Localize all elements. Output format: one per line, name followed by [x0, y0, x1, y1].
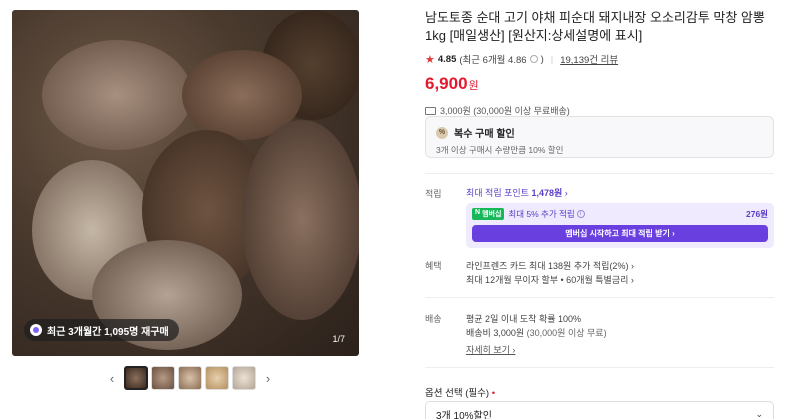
truck-icon — [425, 106, 436, 115]
option-label-text: 옵션 선택 (필수) — [425, 388, 490, 399]
membership-text: 최대 5% 추가 적립 — [508, 209, 575, 219]
delivery-fee-main: 배송비 3,000원 — [466, 328, 525, 338]
card-benefit-link[interactable]: 라인프렌즈 카드 최대 138원 추가 적립(2%) › — [466, 259, 634, 272]
max-points-text: 최대 적립 포인트 — [466, 188, 532, 198]
price-value: 6,900 — [425, 74, 468, 93]
membership-points-box: N 멤버십 최대 5% 추가 적립 i 276원 멤버십 시작하고 최대 적립 받… — [466, 203, 774, 248]
price: 6,900 원 — [425, 74, 775, 94]
recent-rating: (최근 6개월 4.86 — [459, 55, 527, 66]
details-link[interactable]: 자세히 보기 › — [466, 343, 515, 356]
thumbnail[interactable] — [232, 366, 256, 390]
membership-badge: N 멤버십 — [472, 208, 505, 220]
installment-text: 최대 12개월 무이자 할부 • 60개월 특별금리 — [466, 275, 629, 285]
benefits-label: 혜택 — [425, 261, 442, 271]
delivery-fee-sub: (30,000원 이상 무료) — [524, 328, 607, 338]
n-logo-icon: N — [475, 209, 481, 216]
chevron-left-icon[interactable]: ‹ — [103, 367, 121, 389]
image-counter: 1/7 — [332, 334, 345, 344]
delivery-estimate: 평균 2일 이내 도착 확률 100% — [466, 314, 582, 324]
info-icon[interactable]: i — [576, 210, 585, 218]
star-icon: ★ — [425, 53, 435, 66]
divider: | — [550, 53, 554, 65]
food-shape — [42, 40, 192, 150]
start-membership-button[interactable]: 멤버십 시작하고 최대 적립 받기 › — [472, 225, 768, 242]
repurchase-badge: 최근 3개월간 1,095명 재구매 — [24, 319, 179, 341]
food-shape — [242, 120, 359, 320]
installment-link[interactable]: 최대 12개월 무이자 할부 • 60개월 특별금리 › — [466, 273, 634, 286]
card-benefit-text: 라인프렌즈 카드 최대 138원 추가 적립(2%) — [466, 261, 629, 271]
membership-badge-text: 멤버십 — [482, 211, 502, 218]
info-icon[interactable] — [529, 55, 538, 63]
product-main-image[interactable]: 최근 3개월간 1,095명 재구매 1/7 — [12, 10, 359, 356]
option-select[interactable]: 3개 10%할인 ⌄ — [425, 401, 774, 419]
delivery-fee: 배송비 3,000원 (30,000원 이상 무료) — [466, 326, 607, 339]
thumbnail-strip: ‹ › — [103, 366, 277, 390]
multi-discount-title: 복수 구매 할인 — [454, 129, 515, 140]
rating-score: 4.85 — [437, 53, 457, 65]
divider — [425, 173, 774, 174]
repurchase-icon — [30, 324, 42, 336]
product-detail: 남도토종 순대 고기 야채 피순대 돼지내장 오소리감투 막창 암뽕 1kg [… — [425, 0, 775, 117]
delivery-label: 배송 — [425, 314, 442, 324]
repurchase-badge-text: 최근 3개월간 1,095명 재구매 — [47, 326, 169, 338]
thumbnail[interactable] — [205, 366, 229, 390]
option-label: 옵션 선택 (필수) • — [425, 385, 495, 399]
multi-discount-description: 3개 이상 구매시 수량만큼 10% 할인 — [436, 145, 564, 155]
thumbnail[interactable] — [178, 366, 202, 390]
price-currency: 원 — [468, 80, 479, 92]
thumbnail[interactable] — [124, 366, 148, 390]
max-points-amount: 1,478원 — [531, 188, 563, 198]
thumbnail[interactable] — [151, 366, 175, 390]
recent-rating-close: ) — [540, 53, 544, 65]
multi-discount-header: % 복수 구매 할인 — [436, 125, 763, 140]
divider — [425, 367, 774, 368]
option-selected-value: 3개 10%할인 — [436, 410, 492, 419]
details-link-text: 자세히 보기 — [466, 345, 510, 355]
discount-icon: % — [436, 126, 448, 139]
points-label: 적립 — [425, 189, 442, 199]
chevron-right-icon[interactable]: › — [259, 367, 277, 389]
divider — [425, 297, 774, 298]
membership-amount: 276원 — [745, 209, 768, 219]
membership-row: N 멤버십 최대 5% 추가 적립 i 276원 — [472, 208, 768, 220]
review-count-link[interactable]: 19,139건 리뷰 — [560, 52, 618, 66]
multi-purchase-discount: % 복수 구매 할인 3개 이상 구매시 수량만큼 10% 할인 — [425, 116, 774, 158]
required-mark: • — [491, 388, 496, 399]
rating-row: ★ 4.85 (최근 6개월 4.86) | 19,139건 리뷰 — [425, 52, 775, 67]
chevron-down-icon: ⌄ — [755, 408, 763, 419]
max-points-link[interactable]: 최대 적립 포인트 1,478원 › — [466, 186, 568, 199]
start-membership-label: 멤버십 시작하고 최대 적립 받기 — [565, 229, 670, 238]
product-title: 남도토종 순대 고기 야채 피순대 돼지내장 오소리감투 막창 암뽕 1kg [… — [425, 10, 765, 43]
